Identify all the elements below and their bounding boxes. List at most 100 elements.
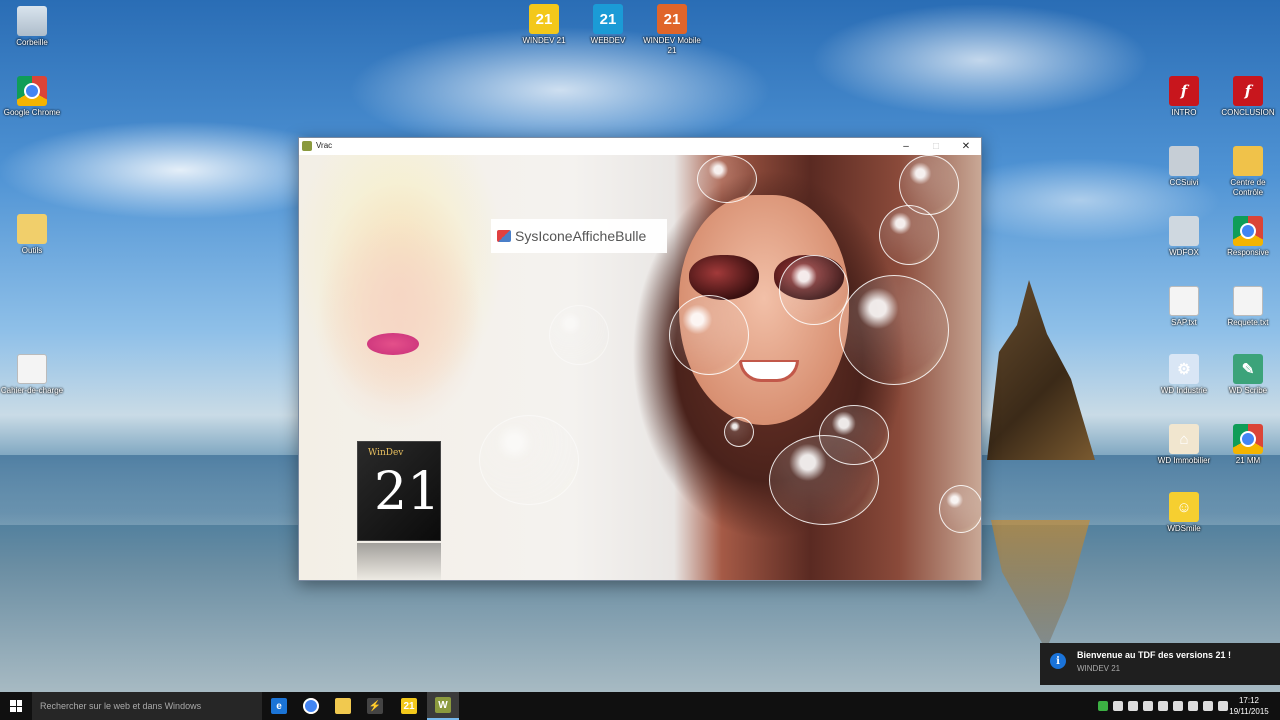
desktop-icon-label: CONCLUSION [1221,108,1275,117]
bubble [899,155,959,215]
battery-icon[interactable] [1188,701,1198,711]
desktop-icon-recycle-bin[interactable]: Corbeille [0,6,64,48]
windows-logo-icon [10,700,22,712]
bubble [669,295,749,375]
desktop-icon-label: Corbeille [16,38,48,47]
windev-tool-icon: ⚡ [367,698,383,714]
taskbar-app-edge[interactable]: e [263,692,295,720]
bubble [839,275,949,385]
webdev-icon: 21 [593,4,623,34]
notification-title: Bienvenue au TDF des versions 21 ! [1077,650,1232,660]
notification-toast[interactable]: i Bienvenue au TDF des versions 21 ! WIN… [1040,643,1280,685]
volume-icon[interactable] [1158,701,1168,711]
desktop-icon-windev-mobile-21[interactable]: 21 WINDEV Mobile 21 [640,4,704,56]
taskbar-app-vrac[interactable]: W [427,692,459,720]
gear-icon [1169,146,1199,176]
wallpaper-rock-reflection [991,520,1090,650]
desktop-icon-label: Requete.txt [1227,318,1269,327]
text-file-icon [1233,286,1263,316]
clock-date: 19/11/2015 [1229,707,1269,716]
pen-icon: ✎ [1233,354,1263,384]
folder-icon [335,698,351,714]
desktop-icon-responsive[interactable]: Responsive [1216,216,1280,258]
product-box-reflection [357,543,441,580]
clock-time: 17:12 [1238,696,1260,705]
edge-icon: e [271,698,287,714]
desktop-icon-label: Google Chrome [3,108,61,117]
desktop-icon-label: WD Immobilier [1157,456,1211,465]
desktop-icon-wdfox[interactable]: WDFOX [1152,216,1216,258]
wallpaper-rock [987,280,1095,460]
app-tooltip-icon [497,230,511,242]
desktop-icon-label: Centre de Contrôle [1230,178,1266,197]
desktop-icon-21mm[interactable]: 21 MM [1216,424,1280,466]
desktop-icon-label: WDSmile [1167,524,1201,533]
windev-product-box: WinDev 21 [357,441,441,541]
desktop-icon-wd-scribe[interactable]: ✎ WD Scribe [1216,354,1280,396]
notification-subtitle: WINDEV 21 [1077,664,1121,673]
network-icon[interactable] [1173,701,1183,711]
bubble [479,415,579,505]
recycle-bin-icon [17,6,47,36]
desktop-icon-google-chrome[interactable]: Google Chrome [0,76,64,118]
app-window: Vrac – □ ✕ SysIconeAfficheBulle WinDev 2… [298,137,982,581]
maximize-button[interactable]: □ [921,138,951,155]
desktop-icon-ccsuivi[interactable]: CCSuivi [1152,146,1216,188]
windev-icon: 21 [529,4,559,34]
desktop-icon-wdsmile[interactable]: ☺ WDSmile [1152,492,1216,534]
flash-icon: f [1169,76,1199,106]
desktop-icon-conclusion[interactable]: f CONCLUSION [1216,76,1280,118]
windev-icon: 21 [401,698,417,714]
taskbar-search-box[interactable]: Rechercher sur le web et dans Windows [32,692,262,720]
desktop-icon-wd-immobilier[interactable]: ⌂ WD Immobilier [1152,424,1216,466]
desktop-icon-label: Outils [21,246,43,255]
control-center-icon [1233,146,1263,176]
taskbar-app-chrome[interactable] [295,692,327,720]
desktop-icon-label: WDFOX [1169,248,1199,257]
industry-icon: ⚙ [1169,354,1199,384]
desktop-icon-webdev[interactable]: 21 WEBDEV [576,4,640,46]
desktop-icon-label: CCSuivi [1169,178,1199,187]
taskbar-app-windev-21[interactable]: 21 [393,692,425,720]
taskbar: Rechercher sur le web et dans Windows e … [0,692,1280,720]
minimize-button[interactable]: – [891,138,921,155]
tray-app-icon[interactable] [1098,701,1108,711]
window-background-image: SysIconeAfficheBulle WinDev 21 [299,155,981,580]
desktop-icon-intro[interactable]: f INTRO [1152,76,1216,118]
tray-app-icon[interactable] [1128,701,1138,711]
house-icon: ⌂ [1169,424,1199,454]
bubble [779,255,849,325]
window-titlebar[interactable]: Vrac – □ ✕ [299,138,981,155]
bubble [939,485,981,533]
desktop-icon-sap-txt[interactable]: SAP.txt [1152,286,1216,328]
bubble [549,305,609,365]
desktop-icon-cahier[interactable]: Cahier-de-charge [0,354,64,396]
search-placeholder: Rechercher sur le web et dans Windows [40,701,202,711]
tray-app-icon[interactable] [1113,701,1123,711]
desktop-icon-windev-21[interactable]: 21 WINDEV 21 [512,4,576,46]
chrome-icon [303,698,319,714]
window-title: Vrac [316,141,333,150]
product-version: 21 [374,462,441,522]
desktop-icon-label: Cahier-de-charge [0,386,64,395]
desktop-icon-wd-industrie[interactable]: ⚙ WD Industrie [1152,354,1216,396]
smiley-icon: ☺ [1169,492,1199,522]
flash-icon: f [1233,76,1263,106]
taskbar-clock[interactable]: 17:12 19/11/2015 [1226,695,1272,717]
close-button[interactable]: ✕ [951,138,981,155]
start-button[interactable] [0,692,32,720]
text-file-icon [1169,286,1199,316]
chrome-icon [1233,216,1263,246]
chrome-icon [1233,424,1263,454]
tray-app-icon[interactable] [1143,701,1153,711]
taskbar-app-windev-tool[interactable]: ⚡ [359,692,391,720]
desktop-icon-label: INTRO [1171,108,1197,117]
action-center-icon[interactable] [1203,701,1213,711]
taskbar-app-explorer[interactable] [327,692,359,720]
document-icon [17,354,47,384]
desktop-icon-centre-de-controle[interactable]: Centre de Contrôle [1216,146,1280,198]
folder-icon [17,214,47,244]
desktop-icon-outils[interactable]: Outils [0,214,64,256]
desktop-icon-label: WINDEV Mobile 21 [643,36,701,55]
desktop-icon-requete-txt[interactable]: Requete.txt [1216,286,1280,328]
